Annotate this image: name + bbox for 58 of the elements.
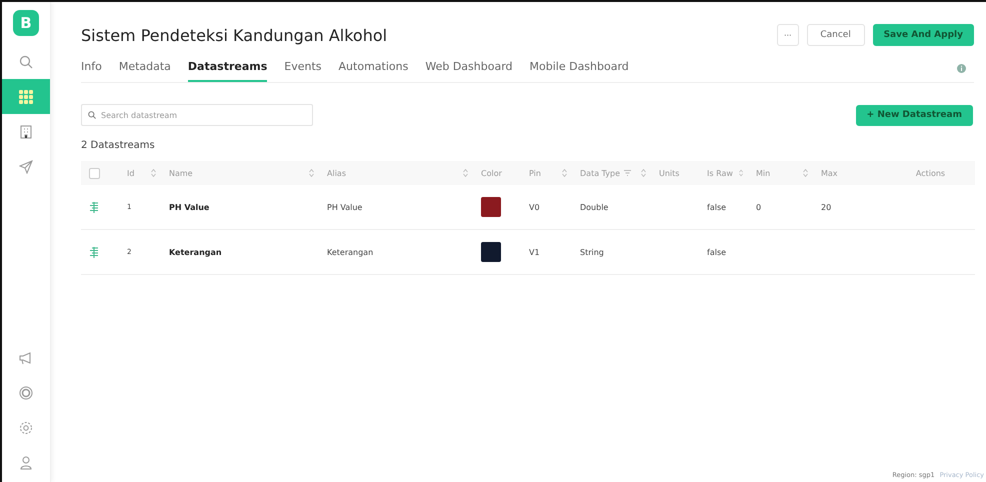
- search-field[interactable]: Search datastream: [81, 104, 313, 126]
- column-header: Units: [659, 168, 680, 178]
- sort-icon[interactable]: [309, 169, 314, 177]
- datastream-count: 2 Datastreams: [81, 140, 156, 151]
- tab[interactable]: Info: [81, 54, 102, 82]
- datastream-icon: [89, 246, 99, 258]
- column-header: Pin: [529, 168, 541, 178]
- column-header: Is Raw: [707, 168, 733, 178]
- settings-icon: [19, 420, 33, 434]
- table-cell: Keterangan: [169, 248, 222, 256]
- filter-icon[interactable]: [624, 170, 632, 176]
- table-cell: Keterangan: [327, 248, 374, 256]
- cancel-button[interactable]: Cancel: [806, 24, 865, 46]
- tab[interactable]: Automations: [338, 54, 408, 82]
- page-title: Sistem Pendeteksi Kandungan Alkohol: [81, 26, 388, 44]
- table-cell: PH Value: [327, 202, 362, 212]
- select-all-checkbox[interactable]: [89, 168, 100, 178]
- new-datastream-button[interactable]: + New Datastream: [856, 104, 973, 126]
- sort-icon[interactable]: [151, 169, 156, 177]
- table-cell: false: [707, 248, 726, 256]
- column-header: Alias: [327, 168, 346, 178]
- tab[interactable]: Mobile Dashboard: [530, 54, 629, 82]
- column-header: Max: [821, 168, 838, 178]
- more-button[interactable]: ···: [776, 24, 799, 46]
- column-header: Color: [481, 168, 502, 178]
- datastream-icon: [89, 202, 99, 212]
- table-cell: PH Value: [169, 202, 210, 212]
- table-cell: V1: [529, 248, 540, 256]
- table-cell: 20: [821, 202, 832, 212]
- column-header: Data Type: [580, 168, 620, 178]
- table-cell: 0: [756, 202, 762, 212]
- grid-nav-button[interactable]: [2, 79, 50, 114]
- sort-icon[interactable]: [641, 169, 646, 177]
- ring-icon: [19, 386, 33, 400]
- column-header: Id: [127, 168, 134, 178]
- user-icon: [20, 456, 32, 470]
- tab[interactable]: Datastreams: [188, 54, 268, 82]
- sort-icon[interactable]: [738, 169, 743, 177]
- sort-icon[interactable]: [463, 169, 468, 177]
- megaphone-icon: [19, 350, 33, 364]
- info-icon[interactable]: [957, 64, 966, 72]
- table-cell: Double: [580, 202, 608, 212]
- save-button[interactable]: Save And Apply: [872, 24, 974, 46]
- search-icon: [19, 54, 33, 68]
- column-header: Name: [169, 168, 193, 178]
- tab[interactable]: Metadata: [118, 54, 171, 82]
- send-icon: [19, 160, 33, 174]
- tab[interactable]: Events: [284, 54, 322, 82]
- table-cell: String: [580, 248, 604, 256]
- grid-icon: [19, 90, 33, 104]
- tab[interactable]: Web Dashboard: [425, 54, 513, 82]
- column-header: Min: [756, 168, 770, 178]
- building-icon: [20, 124, 32, 138]
- table-cell: V0: [529, 202, 540, 212]
- table-cell: false: [707, 202, 726, 212]
- sort-icon[interactable]: [562, 169, 567, 177]
- column-header: Actions: [916, 168, 946, 178]
- sort-icon[interactable]: [803, 169, 808, 177]
